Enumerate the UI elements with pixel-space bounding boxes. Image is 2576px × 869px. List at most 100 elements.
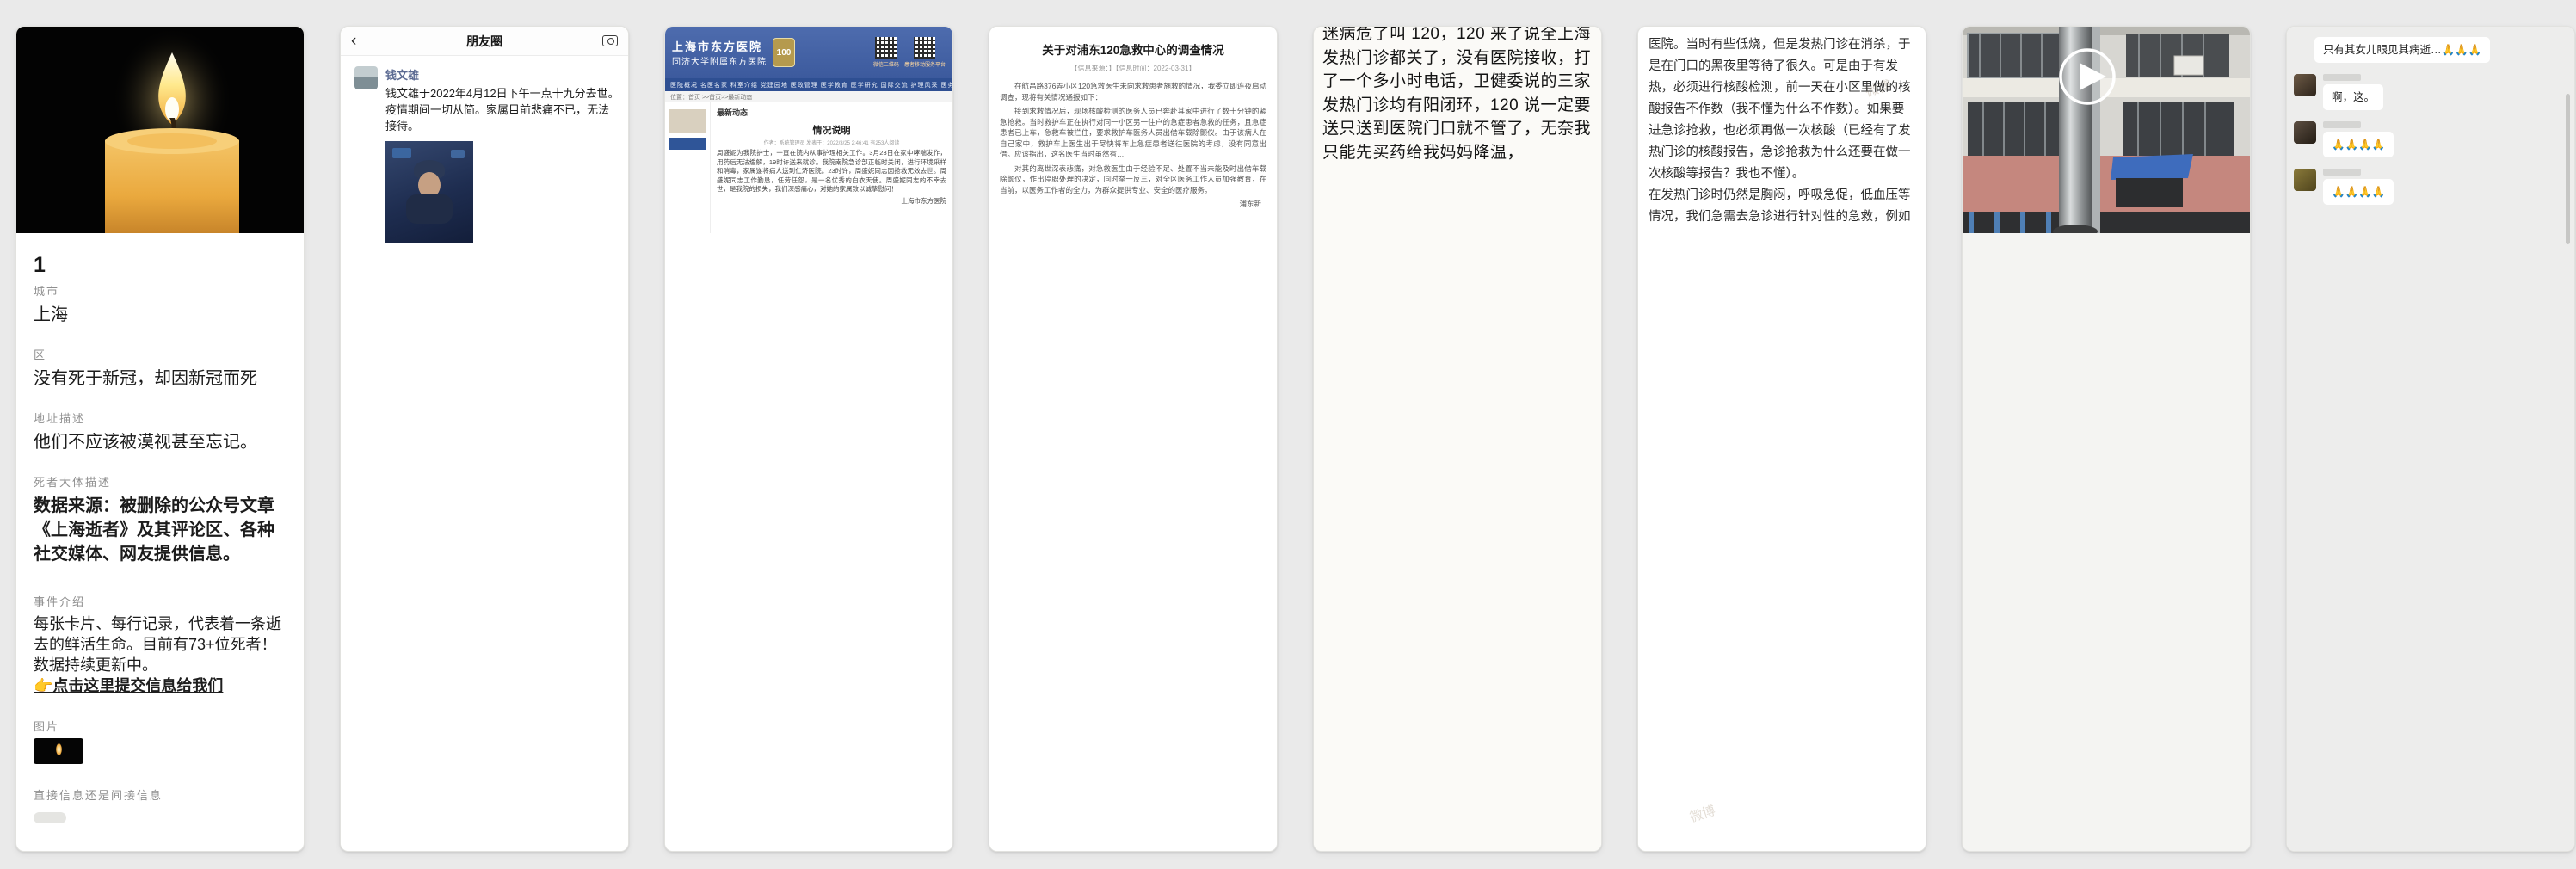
card-7[interactable]: 微博 微博 医院。当时有些低烧，但是发热门诊在消杀，于是在门口的黑夜里等待了很久… — [1637, 26, 1926, 852]
hospital-name: 上海市东方医院 — [672, 38, 767, 54]
card-4[interactable]: 上海市东方医院 同济大学附属东方医院 100 微信二维码 患者移动服务平台 医院… — [664, 26, 953, 852]
scrollbar[interactable] — [2566, 94, 2570, 244]
site-nav-menu: 医院概况 名医名家 科室介绍 党建园地 医政管理 医学教育 医学研究 国际交流 … — [665, 78, 952, 91]
field-label-deceased: 死者大体描述 — [34, 474, 287, 491]
card-body: 4 城市 上海 区 浦东 地址描述 东方医院 死者大体描述 周盛妮，东方医院护士… — [665, 851, 952, 852]
poster-name: 钱文雄 — [385, 66, 619, 83]
statement-paragraph: 在航昌路376弄小区120急救医生未向求救患者施救的情况，我委立即连夜启动调查，… — [1000, 81, 1266, 102]
card-body: 6 城市 上海 区 徐汇 地址描述 天平路街道永康居民区 死者大体描述 一位老人… — [1314, 851, 1601, 852]
qr-caption: 患者移动服务平台 — [904, 60, 946, 68]
statement-meta: 【信息来源：】【信息时间：2022-03-31】 — [1000, 64, 1266, 73]
sender-name-blur — [2323, 74, 2361, 81]
notice-meta: 作者：系统管理员 发表于：2022/3/25 2:46:41 有253人阅读 — [717, 139, 946, 146]
qr-code-icon — [914, 37, 935, 59]
deceased-value: 数据来源：被删除的公众号文章《上海逝者》及其评论区、各种社交媒体、网友提供信息。 — [34, 494, 287, 566]
address-value: 他们不应该被漠视甚至忘记。 — [34, 430, 287, 454]
statement-paragraph: 对其的离世深表悲痛，对急救医生由于经验不足、处置不当未能及时出借车载除颤仪，作出… — [1000, 163, 1266, 196]
anniversary-badge: 100 — [773, 38, 795, 67]
moments-post: 钱文雄 钱文雄于2022年4月12日下午一点十九分去世。疫情期间一切从简。家属目… — [341, 56, 628, 134]
weibo-watermark: 微博 — [1687, 800, 1718, 829]
field-label-image: 图片 — [34, 718, 287, 736]
avatar — [2294, 74, 2316, 96]
card-6[interactable]: 迷病危了叫 120，120 来了说全上海发热门诊都关了，没有医院接收，打了一个多… — [1313, 26, 1602, 852]
card-body: 1 城市 上海 区 没有死于新冠，却因新冠而死 地址描述 他们不应该被漠视甚至忘… — [16, 233, 304, 851]
chat-bubble: 🙏🙏🙏🙏 — [2323, 179, 2394, 205]
card-body: 5 城市 上海 区 浦东 地址描述 航昌路 死者大体描述 浦东一位哮喘病人 事件… — [989, 851, 1277, 852]
card-number: 7 — [1655, 851, 1908, 852]
field-label-event: 事件介绍 — [34, 594, 287, 611]
text-screenshot: 迷病危了叫 120，120 来了说全上海发热门诊都关了，没有医院接收，打了一个多… — [1314, 27, 1601, 851]
card-9[interactable]: 只有其女儿眼见其病逝…🙏🙏🙏 啊，这。 🙏🙏🙏🙏 — [2286, 26, 2575, 852]
chat-bubble: 🙏🙏🙏🙏 — [2323, 132, 2394, 157]
field-label-city: 城市 — [34, 283, 287, 300]
empty-value-pill — [34, 812, 66, 823]
wechat-moments-screenshot: ‹ 朋友圈 钱文雄 钱文雄于2022年4月12日下午一点十九分去世。疫情期间一切… — [341, 27, 628, 851]
site-sidebar — [665, 102, 710, 233]
image-thumbnail-candle[interactable] — [34, 738, 83, 764]
play-icon — [2061, 50, 2114, 103]
city-value: 上海 — [34, 303, 287, 327]
gallery-board: 1 城市 上海 区 没有死于新冠，却因新冠而死 地址描述 他们不应该被漠视甚至忘… — [0, 0, 2576, 852]
back-chevron-icon: ‹ — [351, 33, 356, 49]
notice-body: 周盛妮为我院护士，一直在院内从事护理相关工作。3月23日在家中哮喘发作，用药后无… — [717, 149, 946, 194]
card-number: 1 — [34, 233, 287, 283]
candle-photo — [16, 27, 304, 233]
qr-caption: 微信二维码 — [873, 60, 899, 68]
building-video-frame — [1963, 27, 2250, 233]
official-statement-screenshot: 关于对浦东120急救中心的调查情况 【信息来源：】【信息时间：2022-03-3… — [989, 27, 1277, 851]
card-body: 9 城市 上海 区 不明 地址描述 不明 死者大体描述 网信证券副总裁韦桂国 事… — [2287, 851, 2574, 852]
card-8[interactable]: 8 城市 上海 区 不明 地址描述 不明 死者大体描述 一位透析病人 事件介绍 … — [1962, 26, 2251, 852]
chat-bubble: 啊，这。 — [2323, 84, 2383, 110]
camera-icon — [602, 35, 618, 46]
statement-signature: 浦东新 — [1000, 199, 1266, 209]
column-title: 最新动态 — [717, 107, 946, 120]
card-number: 3 — [358, 851, 611, 852]
post-photo — [385, 141, 473, 243]
field-label-direct: 直接信息还是间接信息 — [34, 787, 287, 804]
hospital-website-screenshot: 上海市东方医院 同济大学附属东方医院 100 微信二维码 患者移动服务平台 医院… — [665, 27, 952, 851]
card-number: 9 — [2304, 851, 2557, 852]
moments-navbar: ‹ 朋友圈 — [341, 27, 628, 56]
district-value: 没有死于新冠，却因新冠而死 — [34, 367, 287, 391]
hospital-site-header: 上海市东方医院 同济大学附属东方医院 100 微信二维码 患者移动服务平台 — [665, 27, 952, 78]
avatar — [2294, 121, 2316, 144]
statement-body: 在航昌路376弄小区120急救医生未向求救患者施救的情况，我委立即连夜启动调查，… — [1000, 81, 1266, 195]
card-number: 6 — [1331, 851, 1584, 852]
field-label-district: 区 — [34, 347, 287, 364]
card-body: 8 城市 上海 区 不明 地址描述 不明 死者大体描述 一位透析病人 事件介绍 … — [1963, 851, 2250, 852]
notice-title: 情况说明 — [717, 123, 946, 137]
card-3[interactable]: ‹ 朋友圈 钱文雄 钱文雄于2022年4月12日下午一点十九分去世。疫情期间一切… — [340, 26, 629, 852]
chat-message-row: 🙏🙏🙏🙏 — [2294, 169, 2574, 205]
notice-signature: 上海市东方医院 — [717, 196, 946, 206]
weibo-text-screenshot: 微博 微博 医院。当时有些低烧，但是发热门诊在消杀，于是在门口的黑夜里等待了很久… — [1638, 27, 1926, 851]
avatar — [2294, 169, 2316, 191]
screenshot-text: 迷病危了叫 120，120 来了说全上海发热门诊都关了，没有医院接收，打了一个多… — [1322, 27, 1593, 164]
video-thumbnail — [1963, 27, 2250, 851]
wechat-group-chat-screenshot: 只有其女儿眼见其病逝…🙏🙏🙏 啊，这。 🙏🙏🙏🙏 — [2287, 27, 2574, 851]
qr-code-icon — [875, 37, 897, 59]
card-body: 7 城市 上海 区 不明 地址描述 不明 死者大体描述 一位癌症患者 事件介绍 … — [1638, 851, 1926, 852]
chat-message-row: 🙏🙏🙏🙏 — [2294, 121, 2574, 157]
card-number: 4 — [682, 851, 935, 852]
site-main: 最新动态 情况说明 作者：系统管理员 发表于：2022/3/25 2:46:41… — [710, 102, 952, 233]
card-5[interactable]: 关于对浦东120急救中心的调查情况 【信息来源：】【信息时间：2022-03-3… — [989, 26, 1278, 852]
card-body: 3 城市 上海 区 虹口 地址描述 虹口区妇幼保健所 死者大体描述 虹口区卫健委… — [341, 851, 628, 852]
card-number: 8 — [1980, 851, 2233, 852]
field-label-address: 地址描述 — [34, 410, 287, 428]
chat-bubble: 只有其女儿眼见其病逝…🙏🙏🙏 — [2314, 37, 2490, 63]
avatar — [354, 66, 378, 89]
moments-title: 朋友圈 — [466, 33, 502, 50]
sender-name-blur — [2323, 169, 2361, 176]
card-1[interactable]: 1 城市 上海 区 没有死于新冠，却因新冠而死 地址描述 他们不应该被漠视甚至忘… — [15, 26, 305, 852]
hospital-subname: 同济大学附属东方医院 — [672, 54, 767, 67]
statement-title: 关于对浦东120急救中心的调查情况 — [1000, 40, 1266, 58]
chat-message-row: 啊，这。 — [2294, 74, 2574, 110]
submit-info-link[interactable]: 👉点击这里提交信息给我们 — [34, 675, 287, 696]
screenshot-text: 医院。当时有些低烧，但是发热门诊在消杀，于是在门口的黑夜里等待了很久。可是由于有… — [1649, 34, 1915, 228]
post-text: 钱文雄于2022年4月12日下午一点十九分去世。疫情期间一切从简。家属目前悲痛不… — [385, 85, 619, 134]
statement-paragraph: 接到求救情况后，现场核酸检测的医务人员已奔赴其家中进行了数十分钟的紧急抢救。当时… — [1000, 106, 1266, 160]
breadcrumb: 位置：首页 >>首页>>最新动态 — [665, 91, 952, 102]
event-value: 每张卡片、每行记录，代表着一条逝去的鲜活生命。目前有73+位死者！数据持续更新中… — [34, 613, 287, 675]
candle-illustration — [16, 27, 304, 233]
sender-name-blur — [2323, 121, 2361, 128]
